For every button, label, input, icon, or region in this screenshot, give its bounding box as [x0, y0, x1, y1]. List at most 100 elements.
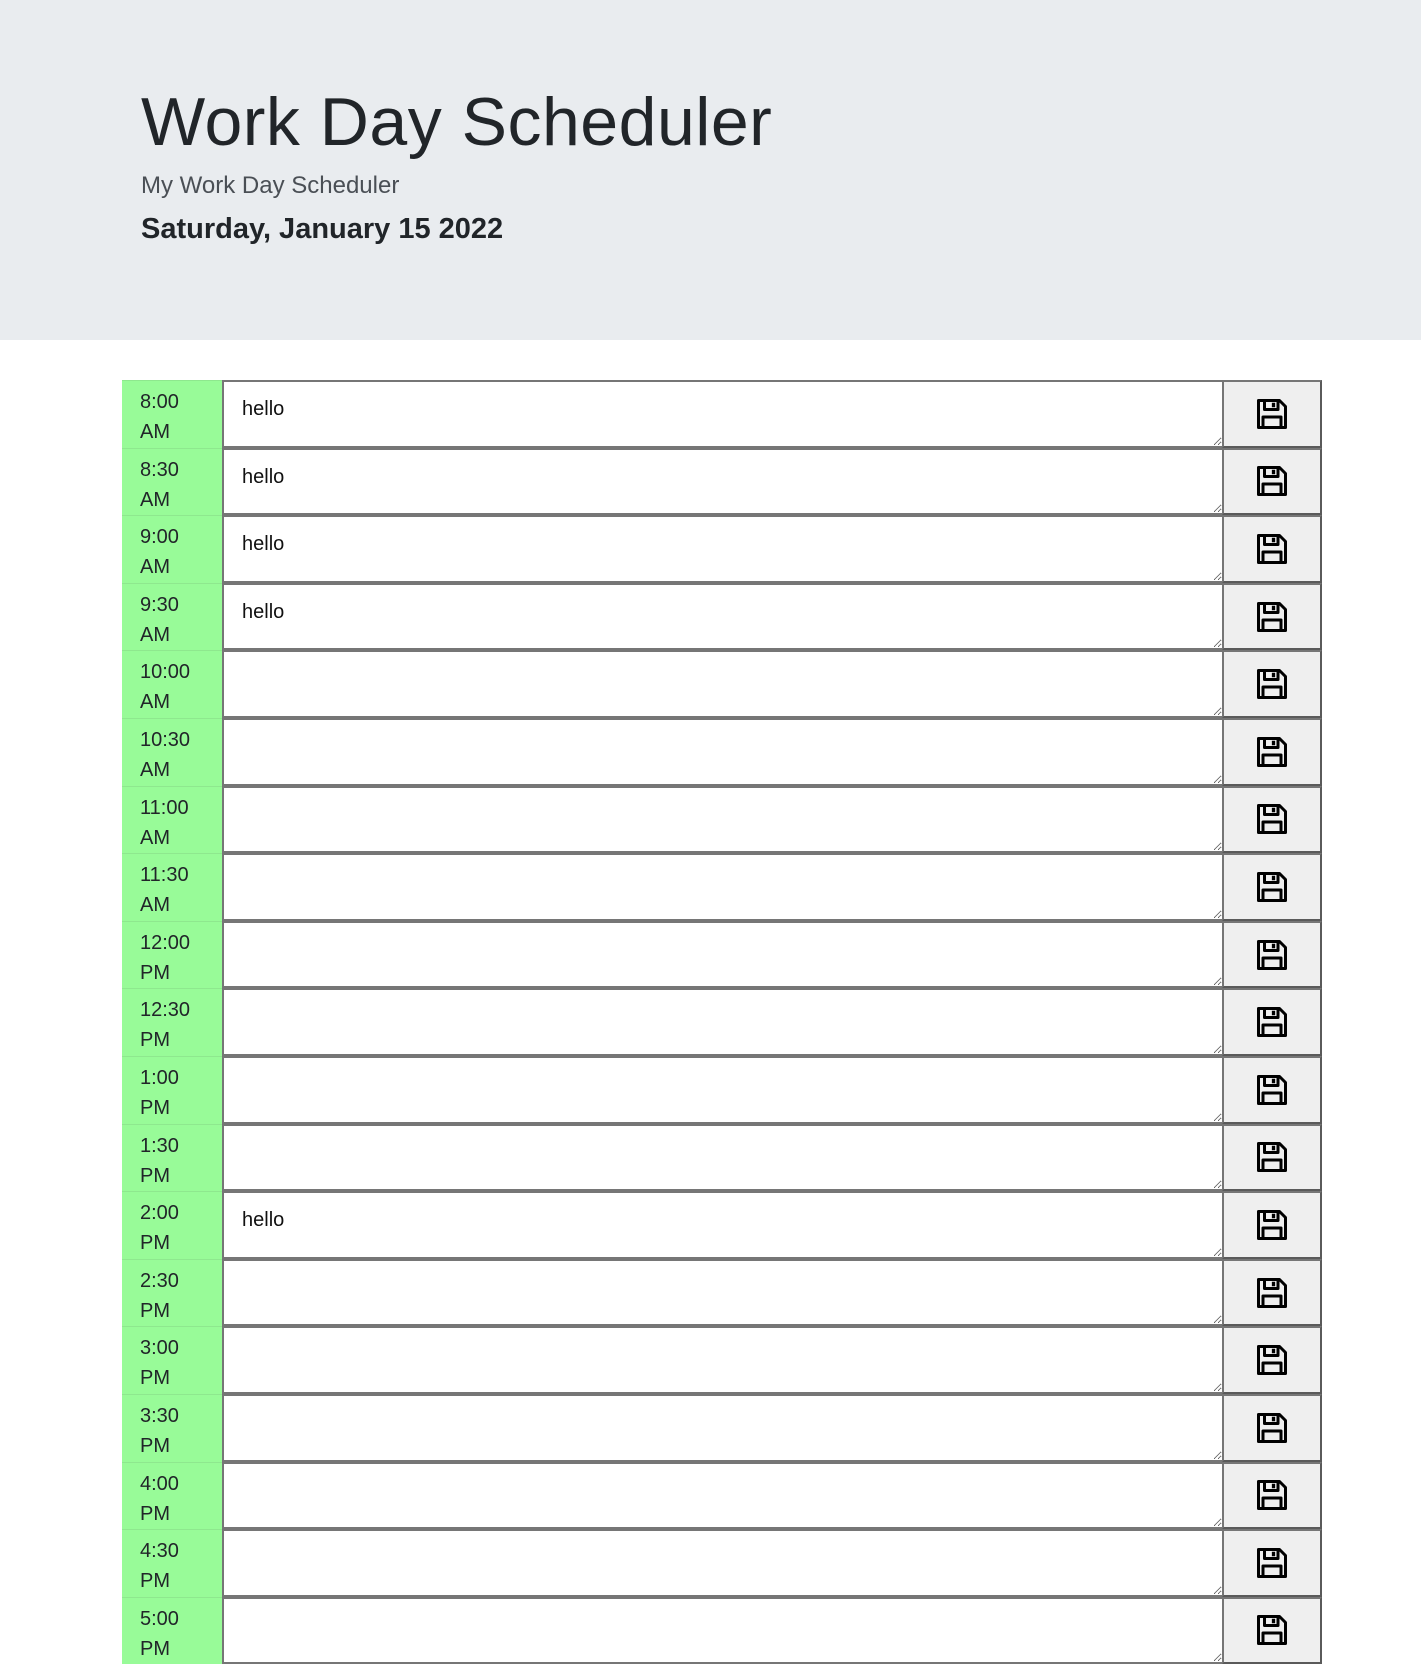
description-input[interactable] [222, 1326, 1222, 1394]
floppy-disk-icon [1257, 1074, 1287, 1105]
floppy-disk-icon [1257, 466, 1287, 497]
time-block-row: 8:00 AM hello [122, 380, 1322, 448]
time-block-row: 11:00 AM [122, 785, 1322, 854]
description-input[interactable]: hello [222, 447, 1222, 516]
hour-time: 2:00 [140, 1202, 179, 1225]
description-input[interactable] [222, 785, 1222, 854]
save-button[interactable] [1222, 1123, 1322, 1192]
hour-time: 12:00 [140, 931, 191, 954]
time-block-row: 12:30 PM [122, 988, 1322, 1056]
time-block-row: 9:00 AM hello [122, 515, 1322, 583]
hour-label: 9:30 AM [122, 582, 222, 651]
save-button[interactable] [1222, 650, 1322, 718]
floppy-disk-icon [1257, 1615, 1287, 1646]
hour-label: 2:00 PM [122, 1191, 222, 1259]
save-button[interactable] [1222, 988, 1322, 1056]
hour-label: 5:00 PM [122, 1596, 222, 1664]
hour-label: 8:00 AM [122, 380, 222, 448]
description-input[interactable] [222, 920, 1222, 989]
hour-period: PM [140, 1570, 170, 1593]
hour-period: PM [140, 1434, 170, 1457]
hour-time: 1:30 [140, 1134, 179, 1157]
save-button[interactable] [1222, 1529, 1322, 1597]
hour-period: PM [140, 1637, 170, 1660]
description-input[interactable]: hello [222, 582, 1222, 651]
save-button[interactable] [1222, 380, 1322, 448]
hour-time: 8:00 [140, 391, 179, 413]
hour-period: AM [140, 421, 170, 443]
floppy-disk-icon [1257, 871, 1287, 902]
description-input[interactable] [222, 853, 1222, 921]
description-input[interactable] [222, 988, 1222, 1056]
hour-label: 12:30 PM [122, 988, 222, 1056]
time-block-row: 2:30 PM [122, 1258, 1322, 1327]
save-button[interactable] [1222, 717, 1322, 786]
hour-time: 3:00 [140, 1337, 179, 1360]
hour-period: PM [140, 1502, 170, 1525]
floppy-disk-icon [1257, 736, 1287, 767]
page-title: Work Day Scheduler [141, 84, 773, 160]
floppy-disk-icon [1257, 1142, 1287, 1173]
hour-label: 10:30 AM [122, 717, 222, 786]
save-button[interactable] [1222, 1393, 1322, 1462]
save-button[interactable] [1222, 853, 1322, 921]
hour-time: 10:30 [140, 728, 191, 751]
hour-period: PM [140, 1299, 170, 1322]
save-button[interactable] [1222, 515, 1322, 583]
save-button[interactable] [1222, 785, 1322, 854]
save-button[interactable] [1222, 1055, 1322, 1124]
hour-label: 9:00 AM [122, 515, 222, 583]
save-button[interactable] [1222, 920, 1322, 989]
save-button[interactable] [1222, 1191, 1322, 1259]
description-input[interactable] [222, 1596, 1222, 1664]
hour-label: 4:00 PM [122, 1461, 222, 1530]
floppy-disk-icon [1257, 533, 1287, 564]
floppy-disk-icon [1257, 1480, 1287, 1511]
hour-period: PM [140, 1029, 170, 1052]
save-button[interactable] [1222, 582, 1322, 651]
description-input[interactable] [222, 1055, 1222, 1124]
time-block-row: 2:00 PM hello [122, 1191, 1322, 1259]
time-block-row: 4:00 PM [122, 1461, 1322, 1530]
time-block-row: 3:30 PM [122, 1393, 1322, 1462]
floppy-disk-icon [1257, 1007, 1287, 1038]
save-button[interactable] [1222, 1258, 1322, 1327]
hour-period: PM [140, 1367, 170, 1390]
hour-time: 5:00 [140, 1607, 179, 1630]
floppy-disk-icon [1257, 804, 1287, 835]
description-input[interactable]: hello [222, 1191, 1222, 1259]
save-button[interactable] [1222, 1461, 1322, 1530]
description-input[interactable] [222, 1461, 1222, 1530]
hour-time: 8:30 [140, 458, 179, 481]
hour-period: PM [140, 1164, 170, 1187]
hour-time: 10:00 [140, 661, 191, 684]
floppy-disk-icon [1257, 669, 1287, 700]
description-input[interactable] [222, 1529, 1222, 1597]
time-block-row: 1:30 PM [122, 1123, 1322, 1192]
hour-label: 1:00 PM [122, 1055, 222, 1124]
save-button[interactable] [1222, 1596, 1322, 1664]
description-input[interactable] [222, 717, 1222, 786]
time-block-row: 4:30 PM [122, 1529, 1322, 1597]
description-input[interactable]: hello [222, 515, 1222, 583]
time-block-row: 3:00 PM [122, 1326, 1322, 1394]
description-input[interactable]: hello [222, 380, 1222, 448]
time-block-row: 10:00 AM [122, 650, 1322, 718]
hour-time: 9:00 [140, 526, 179, 549]
time-block-row: 5:00 PM [122, 1596, 1322, 1664]
time-block-row: 10:30 AM [122, 717, 1322, 786]
description-input[interactable] [222, 1123, 1222, 1192]
floppy-disk-icon [1257, 1547, 1287, 1578]
description-input[interactable] [222, 650, 1222, 718]
save-button[interactable] [1222, 447, 1322, 516]
hour-period: AM [140, 556, 170, 579]
hour-label: 8:30 AM [122, 447, 222, 516]
description-input[interactable] [222, 1393, 1222, 1462]
hour-time: 2:30 [140, 1269, 179, 1292]
time-block-row: 11:30 AM [122, 853, 1322, 921]
hour-period: PM [140, 1232, 170, 1255]
save-button[interactable] [1222, 1326, 1322, 1394]
description-input[interactable] [222, 1258, 1222, 1327]
floppy-disk-icon [1257, 1412, 1287, 1443]
hour-period: AM [140, 894, 170, 917]
